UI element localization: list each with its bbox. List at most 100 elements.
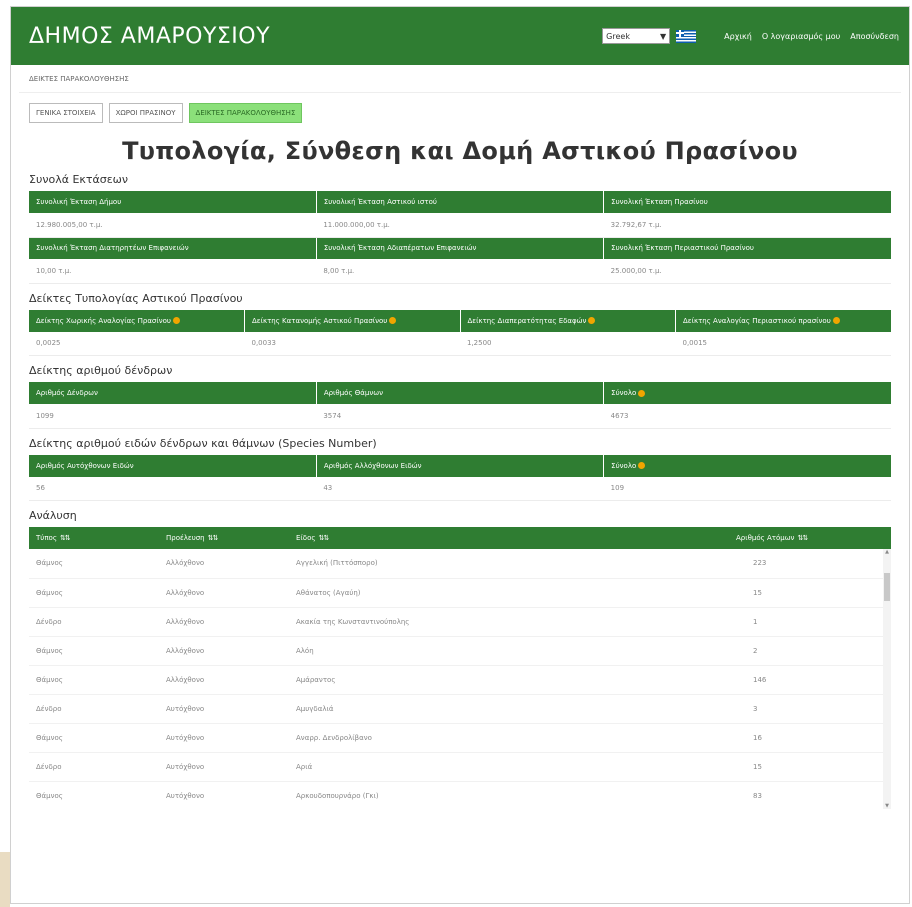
table-row[interactable]: Θάμνος Αυτόχθονο Αναρρ. Δενδρολίβανο 16 [29,723,891,753]
header-spatial-ratio: Δείκτης Χωρικής Αναλογίας Πρασίνου [29,309,245,332]
value-periurban-green: 25.000,00 τ.μ. [603,259,891,284]
analysis-section-title: Ανάλυση [29,509,77,522]
table-row[interactable]: Δένδρο Αυτόχθονο Αριά 15 [29,752,891,782]
cell-count: 15 [729,752,891,782]
cell-species: Αγγελική (Πιττόσπορο) [289,549,729,579]
totals-table: Συνολική Έκταση Δήμου Συνολική Έκταση Ασ… [29,191,891,284]
species-section-title: Δείκτης αριθμού ειδών δένδρων και θάμνων… [29,436,377,450]
header-trees-total: Σύνολο [603,382,891,404]
nav-link-my-account[interactable]: Ο λογαριασμός μου [762,32,840,41]
nav-link-logout[interactable]: Αποσύνδεση [850,32,899,41]
scroll-thumb[interactable] [884,573,890,601]
header-periurban-green: Συνολική Έκταση Περιαστικού Πρασίνου [603,237,891,259]
analysis-table-container[interactable]: Τύπος ⇅⇅ Προέλευση ⇅⇅ Είδος ⇅⇅ Αριθμός Ατόμ… [29,527,891,809]
trees-section-title: Δείκτης αριθμού δένδρων [29,364,173,377]
sort-icon[interactable]: ⇅⇅ [60,534,71,542]
cell-origin: Αλλόχθονο [159,665,289,695]
info-icon[interactable] [588,317,596,324]
cell-origin: Αυτόχθονο [159,752,289,782]
header-native-species: Αριθμός Αυτόχθονων Ειδών [29,454,317,477]
cell-type: Δένδρο [29,694,159,724]
column-header-species[interactable]: Είδος ⇅⇅ [289,527,729,549]
cell-type: Δένδρο [29,752,159,782]
top-navbar: ΔΗΜΟΣ ΑΜΑΡΟΥΣΙΟΥ Greek ▼ Αρχική Ο λογαρι… [11,7,909,65]
table-row[interactable]: Δένδρο Αυτόχθονο Αμυγδαλιά 3 [29,694,891,724]
value-protected-surfaces: 10,00 τ.μ. [29,259,317,284]
column-header-type[interactable]: Τύπος ⇅⇅ [29,527,159,549]
species-table: Αριθμός Αυτόχθονων Ειδών Αριθμός Αλλόχθο… [29,454,891,501]
cell-origin: Αλλόχθονο [159,549,289,579]
tab-monitoring-indicators[interactable]: ΔΕΙΚΤΕΣ ΠΑΡΑΚΟΛΟΥΘΗΣΗΣ [188,103,303,123]
cell-count: 3 [729,694,891,724]
info-icon[interactable] [832,317,840,324]
analysis-scrollbar[interactable]: ▲ ▼ [883,549,891,809]
value-shrub-count: 3574 [316,404,604,429]
cell-count: 83 [729,781,891,809]
info-icon[interactable] [638,462,646,469]
section-tabs: ΓΕΝΙΚΑ ΣΤΟΙΧΕΙΑ ΧΩΡΟΙ ΠΡΑΣΙΝΟΥ ΔΕΙΚΤΕΣ Π… [11,93,909,123]
cell-type: Θάμνος [29,781,159,809]
info-icon[interactable] [172,317,180,324]
value-permeability: 1,2500 [460,331,676,356]
value-total-municipality-area: 12.980.005,00 τ.μ. [29,213,317,238]
header-total-municipality-area: Συνολική Έκταση Δήμου [29,191,317,213]
cell-type: Θάμνος [29,665,159,695]
table-row[interactable]: Δένδρο Αλλόχθονο Ακακία της Κωνσταντινούπο… [29,607,891,637]
value-distribution: 0,0033 [244,331,460,356]
header-shrub-count: Αριθμός Θάμνων [316,382,605,404]
cell-count: 223 [729,549,891,579]
value-tree-count: 1099 [29,404,317,429]
info-icon[interactable] [638,389,646,397]
cell-species: Αμυγδαλιά [289,694,729,724]
cell-count: 1 [729,607,891,637]
chevron-down-icon: ▼ [660,31,667,41]
table-row[interactable]: Θάμνος Αλλόχθονο Αγγελική (Πιττόσπορο) 223 [29,549,891,579]
brand-title[interactable]: ΔΗΜΟΣ ΑΜΑΡΟΥΣΙΟΥ [29,24,602,49]
browser-page: ΔΗΜΟΣ ΑΜΑΡΟΥΣΙΟΥ Greek ▼ Αρχική Ο λογαρι… [10,6,910,904]
cell-type: Θάμνος [29,578,159,608]
page-edge-strip [0,852,10,907]
analysis-table: Τύπος ⇅⇅ Προέλευση ⇅⇅ Είδος ⇅⇅ Αριθμός Ατόμ… [29,527,891,809]
tab-green-spaces[interactable]: ΧΩΡΟΙ ΠΡΑΣΙΝΟΥ [108,103,183,123]
sort-icon[interactable]: ⇅⇅ [208,534,219,542]
cell-type: Θάμνος [29,549,159,579]
cell-species: Αλόη [289,636,729,666]
column-header-origin[interactable]: Προέλευση ⇅⇅ [159,527,289,549]
nav-link-home[interactable]: Αρχική [724,32,752,41]
trees-table: Αριθμός Δένδρων Αριθμός Θάμνων Σύνολο 10… [29,382,891,429]
scroll-up-icon[interactable]: ▲ [883,549,891,555]
analysis-table-body: Θάμνος Αλλόχθονο Αγγελική (Πιττόσπορο) 223 Θ… [29,549,891,809]
cell-count: 2 [729,636,891,666]
cell-species: Αμάραντος [289,665,729,695]
header-species-total: Σύνολο [603,454,891,477]
cell-species: Αριά [289,752,729,782]
typology-table: Δείκτης Χωρικής Αναλογίας Πρασίνου Δείκτ… [29,309,891,356]
language-select[interactable]: Greek ▼ [602,28,671,44]
sort-icon[interactable]: ⇅⇅ [797,534,808,542]
cell-species: Αρκουδοπουρνάρο (Γκι) [289,781,729,809]
tab-general-info[interactable]: ΓΕΝΙΚΑ ΣΤΟΙΧΕΙΑ [29,103,103,123]
header-nonnative-species: Αριθμός Αλλόχθονων Ειδών [316,454,605,477]
table-row[interactable]: Θάμνος Αλλόχθονο Αμάραντος 146 [29,665,891,695]
table-row[interactable]: Θάμνος Αυτόχθονο Αρκουδοπουρνάρο (Γκι) 83 [29,781,891,809]
cell-type: Θάμνος [29,723,159,753]
greek-flag-icon[interactable] [676,29,697,43]
cell-origin: Αλλόχθονο [159,636,289,666]
nav-links: Αρχική Ο λογαριασμός μου Αποσύνδεση [724,32,899,41]
table-row[interactable]: Θάμνος Αλλόχθονο Αθάνατος (Αγαύη) 15 [29,578,891,608]
header-impervious-surfaces: Συνολική Έκταση Αδιαπέρατων Επιφανειών [316,237,605,259]
value-total-green-area: 32.792,67 τ.μ. [603,213,891,238]
value-total-urban-fabric-area: 11.000.000,00 τ.μ. [316,213,604,238]
header-permeability: Δείκτης Διαπερατότητας Εδαφών [460,309,676,332]
info-icon[interactable] [389,317,397,324]
header-tree-count: Αριθμός Δένδρων [29,382,317,404]
cell-species: Αναρρ. Δενδρολίβανο [289,723,729,753]
table-row[interactable]: Θάμνος Αλλόχθονο Αλόη 2 [29,636,891,666]
value-periurban-ratio: 0,0015 [675,331,891,356]
cell-type: Θάμνος [29,636,159,666]
column-header-count[interactable]: Αριθμός Ατόμων ⇅⇅ [729,527,891,549]
sort-icon[interactable]: ⇅⇅ [318,534,329,542]
value-spatial-ratio: 0,0025 [29,331,245,356]
scroll-down-icon[interactable]: ▼ [883,803,891,809]
cell-type: Δένδρο [29,607,159,637]
